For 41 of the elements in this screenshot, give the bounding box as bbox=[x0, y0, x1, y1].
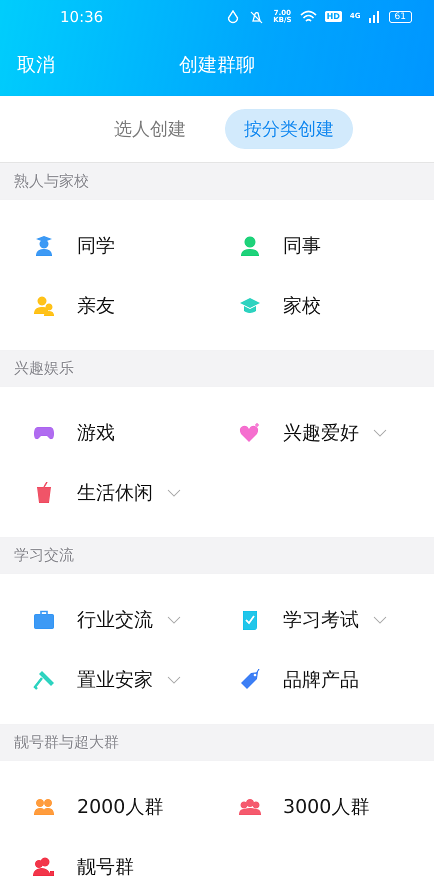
category-item[interactable]: 靓号群 bbox=[77, 854, 134, 880]
chevron-down-icon[interactable] bbox=[167, 616, 181, 624]
chevron-down-icon[interactable] bbox=[373, 616, 387, 624]
category-item[interactable]: 兴趣爱好 bbox=[283, 420, 359, 446]
chevron-down-icon[interactable] bbox=[167, 676, 181, 684]
category-item[interactable]: 3000人群 bbox=[283, 794, 370, 820]
category-item[interactable]: 亲友 bbox=[77, 293, 115, 319]
drop-icon bbox=[227, 10, 240, 24]
section-header: 靓号群与超大群 bbox=[0, 724, 434, 761]
briefcase-icon bbox=[33, 609, 55, 631]
category-item[interactable]: 家校 bbox=[283, 293, 321, 319]
category-item[interactable]: 行业交流 bbox=[77, 607, 153, 633]
page-title: 创建群聊 bbox=[179, 52, 255, 78]
category-item[interactable]: 游戏 bbox=[77, 420, 115, 446]
group-icon bbox=[33, 796, 55, 818]
person-icon bbox=[239, 235, 261, 257]
signal-icon bbox=[368, 10, 381, 23]
section-header: 熟人与家校 bbox=[0, 163, 434, 200]
graduate-icon bbox=[33, 235, 55, 257]
hd-badge: HD bbox=[324, 11, 342, 22]
heart-icon bbox=[239, 422, 261, 444]
tag-icon bbox=[239, 669, 261, 691]
category-item[interactable]: 同事 bbox=[283, 233, 321, 259]
category-item[interactable]: 生活休闲 bbox=[77, 480, 153, 506]
section-header: 学习交流 bbox=[0, 537, 434, 574]
battery-level: 61 bbox=[388, 10, 412, 22]
two-people-icon bbox=[33, 295, 55, 317]
category-item[interactable]: 品牌产品 bbox=[283, 667, 359, 693]
category-item[interactable]: 2000人群 bbox=[77, 794, 164, 820]
wifi-icon bbox=[300, 10, 317, 23]
category-item[interactable]: 置业安家 bbox=[77, 667, 153, 693]
category-item[interactable]: 学习考试 bbox=[283, 607, 359, 633]
paint-roller-icon bbox=[33, 669, 55, 691]
status-time: 10:36 bbox=[60, 8, 104, 26]
chevron-down-icon[interactable] bbox=[167, 489, 181, 497]
tab[interactable]: 选人创建 bbox=[95, 109, 205, 149]
group-icon bbox=[33, 856, 55, 878]
group-icon bbox=[239, 796, 261, 818]
section-header: 兴趣娱乐 bbox=[0, 350, 434, 387]
category-item[interactable]: 同学 bbox=[77, 233, 115, 259]
chevron-down-icon[interactable] bbox=[373, 429, 387, 437]
